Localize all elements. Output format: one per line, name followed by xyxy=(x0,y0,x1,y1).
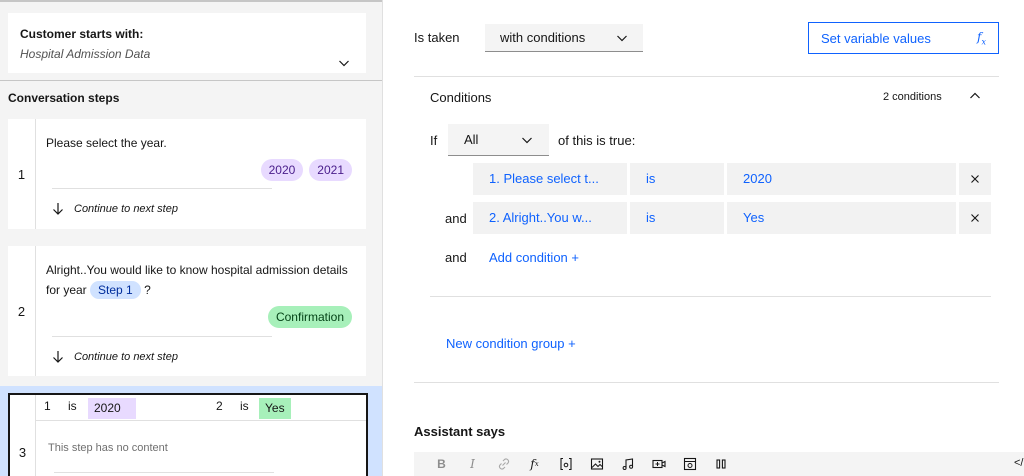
panel-divider xyxy=(382,0,383,476)
condition-value[interactable]: Yes xyxy=(727,202,956,234)
condition-operator[interactable]: is xyxy=(630,163,724,195)
remove-condition-button[interactable] xyxy=(959,163,991,195)
is-taken-dropdown[interactable]: with conditions xyxy=(485,24,643,52)
section-divider xyxy=(430,296,991,297)
next-step-label: Continue to next step xyxy=(74,351,178,363)
link-icon[interactable] xyxy=(488,452,519,476)
top-divider xyxy=(0,0,382,2)
bold-icon[interactable]: B xyxy=(426,452,457,476)
add-condition-link[interactable]: Add condition + xyxy=(489,250,579,265)
step-conditions-row: 1 is 2020 2 is Yes xyxy=(36,395,366,421)
condition-value[interactable]: 2020 xyxy=(727,163,956,195)
pause-icon[interactable] xyxy=(705,452,736,476)
rich-text-toolbar: B I fx </ xyxy=(414,452,1024,476)
condition-operator: is xyxy=(240,399,249,413)
option-chips: 2020 2021 xyxy=(260,159,352,181)
fx-icon: fx xyxy=(977,29,986,47)
section-divider xyxy=(0,80,382,81)
step-card-1[interactable]: 1 Please select the year. 2020 2021 Cont… xyxy=(8,119,366,229)
new-condition-group-link[interactable]: New condition group + xyxy=(446,336,576,351)
condition-operator[interactable]: is xyxy=(630,202,724,234)
is-taken-label: Is taken xyxy=(414,30,460,45)
option-chips: Confirmation xyxy=(267,306,352,328)
match-value: All xyxy=(464,132,479,147)
option-chip: 2021 xyxy=(309,159,352,181)
step-card-3[interactable]: 3 1 is 2020 2 is Yes This step has no co… xyxy=(8,393,368,476)
code-icon[interactable]: </ xyxy=(1014,457,1023,469)
variable-chip[interactable]: Step 1 xyxy=(90,281,141,299)
variable-icon[interactable] xyxy=(550,452,581,476)
step-text: Please select the year. xyxy=(46,136,167,150)
step-number: 3 xyxy=(10,395,36,476)
remove-condition-button[interactable] xyxy=(959,202,991,234)
condition-connector: and xyxy=(445,250,467,265)
step-card-2[interactable]: 2 Alright..You would like to know hospit… xyxy=(8,246,366,376)
next-step-row: Continue to next step xyxy=(52,350,178,364)
iframe-icon[interactable] xyxy=(674,452,705,476)
option-chip: Confirmation xyxy=(267,306,352,328)
customer-starts-label: Customer starts with: xyxy=(20,27,144,41)
close-icon xyxy=(971,175,979,183)
condition-value: 2020 xyxy=(88,398,136,419)
step-divider xyxy=(52,336,272,337)
audio-icon[interactable] xyxy=(612,452,643,476)
condition-operator: is xyxy=(68,399,77,413)
condition-step-ref: 2 xyxy=(216,399,223,413)
next-step-label: Continue to next step xyxy=(74,203,178,215)
if-label: If xyxy=(430,133,438,148)
condition-subject[interactable]: 2. Alright..You w... xyxy=(473,202,627,234)
selected-step-highlight: 3 1 is 2020 2 is Yes This step has no co… xyxy=(0,386,382,476)
match-dropdown[interactable]: All xyxy=(448,124,549,156)
chevron-down-icon xyxy=(617,35,627,41)
conditions-heading: Conditions xyxy=(430,90,492,105)
conversation-steps-heading: Conversation steps xyxy=(8,91,120,105)
section-divider xyxy=(414,382,999,383)
empty-step-text: This step has no content xyxy=(48,442,168,454)
image-icon[interactable] xyxy=(581,452,612,476)
step-editor: Is taken with conditions Set variable va… xyxy=(382,0,1024,476)
match-suffix: of this is true: xyxy=(558,133,636,148)
step-number: 1 xyxy=(8,119,36,229)
section-divider xyxy=(414,76,999,77)
assistant-says-heading: Assistant says xyxy=(414,424,506,439)
steps-panel: Customer starts with: Hospital Admission… xyxy=(0,0,382,476)
close-icon xyxy=(971,214,979,222)
next-step-row: Continue to next step xyxy=(52,202,178,216)
condition-row: 2. Alright..You w... is Yes xyxy=(473,202,991,234)
video-icon[interactable] xyxy=(643,452,674,476)
chevron-down-icon[interactable] xyxy=(338,57,350,69)
condition-step-ref: 1 xyxy=(44,399,51,413)
italic-icon[interactable]: I xyxy=(457,452,488,476)
step-divider xyxy=(52,188,272,189)
is-taken-value: with conditions xyxy=(500,30,586,45)
step-text-after: ? xyxy=(144,283,151,297)
customer-starts-value: Hospital Admission Data xyxy=(20,47,151,61)
arrow-down-icon xyxy=(53,351,63,363)
arrow-down-icon xyxy=(53,203,63,215)
step-number: 2 xyxy=(8,246,36,376)
option-chip: 2020 xyxy=(260,159,304,181)
set-variable-label: Set variable values xyxy=(821,30,931,46)
conditions-count: 2 conditions xyxy=(883,91,942,103)
condition-subject[interactable]: 1. Please select t... xyxy=(473,163,627,195)
set-variable-values-button[interactable]: Set variable values fx xyxy=(808,22,999,54)
fx-icon[interactable]: fx xyxy=(519,452,550,476)
chevron-down-icon xyxy=(522,137,532,143)
condition-connector: and xyxy=(445,211,467,226)
condition-row: 1. Please select t... is 2020 xyxy=(473,163,991,195)
step-divider xyxy=(54,472,274,473)
step-text: Alright..You would like to know hospital… xyxy=(46,260,352,300)
customer-starts-card[interactable]: Customer starts with: Hospital Admission… xyxy=(8,13,366,73)
condition-value: Yes xyxy=(259,398,291,419)
chevron-up-icon[interactable] xyxy=(969,90,981,102)
